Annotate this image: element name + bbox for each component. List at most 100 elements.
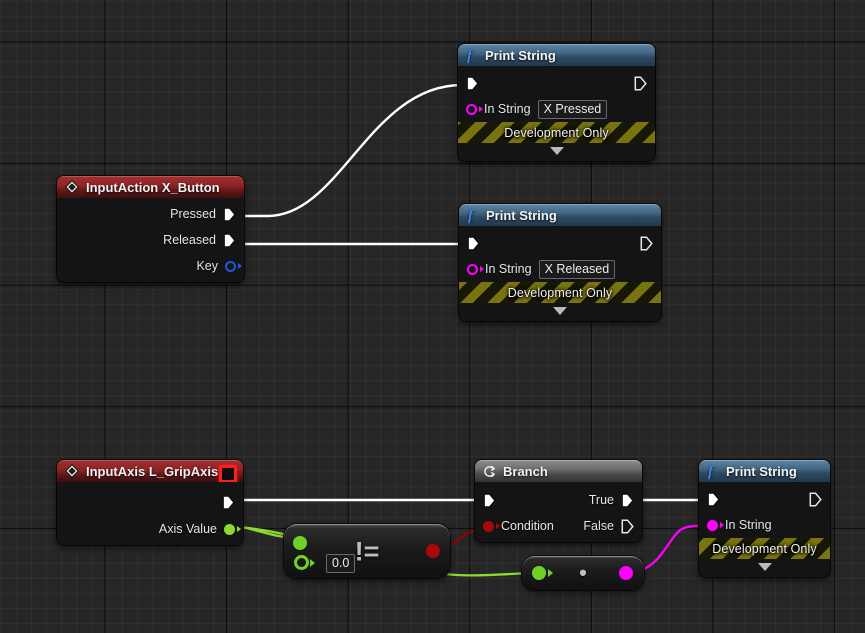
pin-row-axis-value: Axis Value: [57, 516, 243, 542]
development-only-banner: Development Only: [699, 538, 830, 559]
exec-pin-pressed[interactable]: [223, 207, 236, 222]
pin-row-exec: [459, 230, 661, 256]
bool-pin-condition[interactable]: [483, 520, 494, 532]
string-pin-in-string[interactable]: [467, 263, 478, 275]
branch-loop-icon: [483, 465, 496, 478]
exec-pin-in[interactable]: [466, 76, 479, 91]
function-f-icon: f: [467, 207, 479, 223]
not-equal-operator-label: !=: [354, 536, 380, 567]
node-print-string-axis[interactable]: f Print String In String Development Onl…: [699, 460, 830, 577]
float-pin-input-a[interactable]: [293, 536, 307, 550]
node-body: Pressed Released Key: [57, 198, 244, 282]
node-title-text: InputAction X_Button: [86, 179, 220, 195]
development-only-banner: Development Only: [458, 122, 655, 143]
exec-pin-released[interactable]: [223, 233, 236, 248]
node-title-text: Branch: [503, 463, 548, 479]
pin-row-key: Key: [57, 253, 244, 279]
node-expander-toggle[interactable]: [458, 143, 655, 158]
pin-row-exec-out: [57, 488, 243, 516]
exec-pin-out[interactable]: [222, 495, 235, 510]
node-body: True Condition False: [475, 482, 642, 542]
pin-row-in-string: In String: [699, 512, 830, 538]
svg-text:f: f: [708, 464, 715, 479]
chevron-down-icon: [757, 562, 772, 571]
diamond-event-icon: [65, 464, 79, 478]
in-string-value-field[interactable]: X Pressed: [537, 99, 608, 119]
pin-label-pressed: Pressed: [170, 207, 216, 221]
node-expander-toggle[interactable]: [699, 559, 830, 574]
exec-pin-in[interactable]: [467, 236, 480, 251]
node-branch[interactable]: Branch True Condition False: [475, 460, 642, 542]
function-f-icon: f: [707, 463, 719, 479]
exec-pin-out[interactable]: [634, 75, 647, 91]
svg-text:f: f: [467, 48, 474, 63]
blueprint-graph-canvas[interactable]: InputAction X_Button Pressed Released Ke…: [0, 0, 865, 633]
exec-pin-true[interactable]: [621, 493, 634, 508]
svg-text:f: f: [468, 208, 475, 223]
node-body: In String X Released Development Only: [459, 226, 661, 321]
development-only-label: Development Only: [504, 125, 609, 140]
pin-row-released: Released: [57, 227, 244, 253]
pin-row-pressed: Pressed: [57, 201, 244, 227]
wire-pressed-to-print-pressed: [236, 83, 464, 218]
node-print-string-pressed[interactable]: f Print String In String X Pressed Devel…: [458, 44, 655, 161]
chevron-down-icon: [549, 146, 564, 155]
node-input-axis-l-gripaxis[interactable]: InputAxis L_GripAxis Axis Value: [57, 460, 243, 545]
pin-row-in-string: In String X Pressed: [458, 96, 655, 122]
string-pin-in-string[interactable]: [466, 103, 477, 115]
node-title-bar: Branch: [475, 460, 642, 482]
chevron-down-icon: [553, 306, 567, 315]
exec-pin-out[interactable]: [640, 235, 653, 251]
exec-pin-in[interactable]: [483, 493, 496, 508]
node-not-equal-float[interactable]: != 0.0: [284, 524, 450, 578]
node-expander-toggle[interactable]: [459, 303, 661, 318]
pin-label-key: Key: [196, 259, 218, 273]
development-only-label: Development Only: [712, 541, 817, 556]
development-only-banner: Development Only: [459, 282, 661, 303]
pin-row-exec: [458, 70, 655, 96]
in-string-value-field[interactable]: X Released: [538, 259, 616, 279]
pin-row-exec-true: True: [475, 487, 642, 513]
pin-row-condition-false: Condition False: [475, 513, 642, 539]
breakpoint-marker-icon[interactable]: [219, 465, 237, 483]
node-title-bar: f Print String: [458, 44, 655, 66]
string-pin-in-string[interactable]: [707, 519, 718, 531]
node-title-text: Print String: [726, 463, 797, 479]
bool-pin-output[interactable]: [426, 544, 440, 558]
float-pin-input-b[interactable]: [294, 555, 309, 570]
development-only-label: Development Only: [507, 285, 613, 300]
string-pin-output[interactable]: [619, 566, 633, 580]
node-input-action-x-button[interactable]: InputAction X_Button Pressed Released Ke…: [57, 176, 244, 282]
node-title-text: Print String: [486, 207, 557, 223]
function-f-icon: f: [466, 47, 478, 63]
compare-value-field[interactable]: 0.0: [326, 554, 356, 573]
pin-label-condition: Condition: [501, 519, 554, 533]
node-title-bar: f Print String: [699, 460, 830, 482]
node-print-string-released[interactable]: f Print String In String X Released Deve…: [459, 204, 661, 321]
pin-row-exec: [699, 486, 830, 512]
pin-label-released: Released: [163, 233, 216, 247]
pin-label-false: False: [583, 519, 614, 533]
exec-pin-out[interactable]: [809, 491, 822, 507]
float-pin-axis-value[interactable]: [224, 523, 235, 535]
pin-label-in-string: In String: [485, 262, 532, 276]
node-body: In String X Pressed Development Only: [458, 66, 655, 161]
node-body: In String Development Only: [699, 482, 830, 577]
pin-label-in-string: In String: [484, 102, 531, 116]
node-title-bar: InputAction X_Button: [57, 176, 244, 198]
node-title-text: Print String: [485, 47, 556, 63]
struct-pin-key[interactable]: [225, 260, 236, 272]
pin-row-in-string: In String X Released: [459, 256, 661, 282]
pin-label-in-string: In String: [725, 518, 772, 532]
pin-label-true: True: [588, 493, 614, 507]
node-float-to-string[interactable]: •: [522, 556, 644, 590]
exec-pin-in[interactable]: [707, 492, 720, 507]
pin-label-axis-value: Axis Value: [158, 522, 217, 536]
exec-pin-false[interactable]: [621, 518, 634, 534]
node-title-bar: InputAxis L_GripAxis: [57, 460, 243, 483]
node-title-text: InputAxis L_GripAxis: [86, 463, 219, 479]
diamond-event-icon: [65, 180, 79, 194]
float-pin-input[interactable]: [532, 566, 546, 580]
node-body: Axis Value: [57, 482, 243, 545]
node-title-bar: f Print String: [459, 204, 661, 226]
